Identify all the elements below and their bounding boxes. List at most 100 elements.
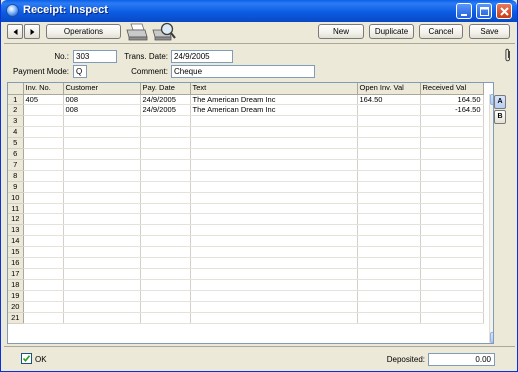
cell-customer[interactable] bbox=[63, 279, 141, 291]
cell-inv-no[interactable] bbox=[23, 192, 64, 204]
cell-inv-no[interactable] bbox=[23, 235, 64, 248]
cancel-button[interactable]: Cancel bbox=[419, 24, 463, 39]
column-header-customer[interactable]: Customer bbox=[63, 83, 141, 95]
cell-open-inv-val[interactable] bbox=[357, 159, 421, 171]
cell-open-inv-val[interactable] bbox=[357, 170, 421, 182]
cell-open-inv-val[interactable] bbox=[357, 104, 421, 117]
cell-received-val[interactable] bbox=[420, 257, 484, 269]
table-row[interactable]: 11 bbox=[8, 203, 484, 215]
cell-open-inv-val[interactable] bbox=[357, 290, 421, 302]
duplicate-button[interactable]: Duplicate bbox=[369, 24, 414, 39]
cell-text[interactable]: The American Dream Inc bbox=[190, 94, 358, 106]
cell-inv-no[interactable] bbox=[23, 137, 64, 150]
previous-record-button[interactable] bbox=[7, 24, 23, 39]
column-header-pay-date[interactable]: Pay. Date bbox=[140, 83, 191, 95]
table-row[interactable]: 16 bbox=[8, 257, 484, 269]
cell-open-inv-val[interactable] bbox=[357, 126, 421, 139]
cell-received-val[interactable] bbox=[420, 312, 484, 324]
cell-text[interactable] bbox=[190, 126, 358, 139]
cell-customer[interactable]: 008 bbox=[63, 104, 141, 117]
cell-customer[interactable] bbox=[63, 268, 141, 280]
cell-inv-no[interactable] bbox=[23, 290, 64, 302]
cell-text[interactable] bbox=[190, 290, 358, 302]
column-header-text[interactable]: Text bbox=[190, 83, 358, 95]
cell-text[interactable] bbox=[190, 301, 358, 313]
cell-pay-date[interactable] bbox=[140, 203, 191, 215]
title-bar[interactable]: Receipt: Inspect bbox=[1, 0, 517, 22]
cell-inv-no[interactable] bbox=[23, 203, 64, 215]
table-row[interactable]: 19 bbox=[8, 290, 484, 302]
cell-open-inv-val[interactable] bbox=[357, 192, 421, 204]
cell-inv-no[interactable] bbox=[23, 279, 64, 291]
cell-customer[interactable] bbox=[63, 213, 141, 226]
cell-inv-no[interactable] bbox=[23, 257, 64, 269]
cell-received-val[interactable] bbox=[420, 159, 484, 171]
vertical-scrollbar[interactable] bbox=[489, 94, 493, 343]
cell-customer[interactable] bbox=[63, 257, 141, 269]
cell-open-inv-val[interactable] bbox=[357, 213, 421, 226]
cell-customer[interactable] bbox=[63, 170, 141, 182]
cell-received-val[interactable] bbox=[420, 235, 484, 248]
table-row[interactable]: 7 bbox=[8, 159, 484, 171]
cell-customer[interactable] bbox=[63, 224, 141, 237]
column-header-received-val[interactable]: Received Val bbox=[420, 83, 484, 95]
table-row[interactable]: 14 bbox=[8, 235, 484, 248]
cell-inv-no[interactable] bbox=[23, 213, 64, 226]
table-row[interactable]: 9 bbox=[8, 181, 484, 193]
attachments-button[interactable] bbox=[504, 48, 512, 62]
table-row[interactable]: 21 bbox=[8, 312, 484, 324]
cell-text[interactable] bbox=[190, 279, 358, 291]
no-field[interactable]: 303 bbox=[73, 50, 117, 63]
table-row[interactable]: 4 bbox=[8, 126, 484, 139]
cell-pay-date[interactable] bbox=[140, 246, 191, 259]
cell-pay-date[interactable] bbox=[140, 224, 191, 237]
cell-inv-no[interactable] bbox=[23, 301, 64, 313]
table-row[interactable]: 3 bbox=[8, 115, 484, 128]
cell-received-val[interactable] bbox=[420, 279, 484, 291]
matrix-tab-b[interactable]: B bbox=[494, 110, 506, 124]
cell-text[interactable] bbox=[190, 192, 358, 204]
print-button[interactable] bbox=[125, 21, 150, 42]
ok-checkbox[interactable] bbox=[21, 353, 32, 364]
table-row[interactable]: 13 bbox=[8, 224, 484, 237]
operations-button[interactable]: Operations bbox=[46, 24, 121, 39]
cell-pay-date[interactable] bbox=[140, 290, 191, 302]
cell-inv-no[interactable] bbox=[23, 181, 64, 193]
deposited-field[interactable]: 0.00 bbox=[428, 353, 495, 366]
cell-text[interactable] bbox=[190, 170, 358, 182]
cell-pay-date[interactable] bbox=[140, 181, 191, 193]
cell-pay-date[interactable] bbox=[140, 213, 191, 226]
cell-open-inv-val[interactable] bbox=[357, 312, 421, 324]
scroll-down-button[interactable] bbox=[490, 332, 493, 343]
cell-pay-date[interactable] bbox=[140, 279, 191, 291]
cell-text[interactable] bbox=[190, 312, 358, 324]
cell-inv-no[interactable] bbox=[23, 170, 64, 182]
table-row[interactable]: 18 bbox=[8, 279, 484, 291]
cell-customer[interactable] bbox=[63, 301, 141, 313]
cell-received-val[interactable] bbox=[420, 126, 484, 139]
table-row[interactable]: 17 bbox=[8, 268, 484, 280]
cell-received-val[interactable] bbox=[420, 192, 484, 204]
table-row[interactable]: 8 bbox=[8, 170, 484, 182]
cell-text[interactable]: The American Dream Inc bbox=[190, 104, 358, 117]
cell-inv-no[interactable] bbox=[23, 246, 64, 259]
trans-date-field[interactable]: 24/9/2005 bbox=[171, 50, 233, 63]
comment-field[interactable]: Cheque bbox=[171, 65, 315, 78]
cell-pay-date[interactable] bbox=[140, 268, 191, 280]
cell-pay-date[interactable] bbox=[140, 301, 191, 313]
cell-open-inv-val[interactable] bbox=[357, 148, 421, 160]
cell-received-val[interactable] bbox=[420, 246, 484, 259]
cell-open-inv-val[interactable] bbox=[357, 181, 421, 193]
next-record-button[interactable] bbox=[24, 24, 40, 39]
table-row[interactable]: 15 bbox=[8, 246, 484, 259]
cell-received-val[interactable] bbox=[420, 203, 484, 215]
cell-received-val[interactable] bbox=[420, 301, 484, 313]
cell-received-val[interactable] bbox=[420, 115, 484, 128]
table-row[interactable]: 2 008 24/9/2005 The American Dream Inc -164.… bbox=[8, 104, 484, 117]
cell-text[interactable] bbox=[190, 257, 358, 269]
table-row[interactable]: 6 bbox=[8, 148, 484, 160]
cell-customer[interactable] bbox=[63, 126, 141, 139]
table-row[interactable]: 12 bbox=[8, 213, 484, 226]
cell-received-val[interactable] bbox=[420, 181, 484, 193]
cell-received-val[interactable]: -164.50 bbox=[420, 104, 484, 117]
